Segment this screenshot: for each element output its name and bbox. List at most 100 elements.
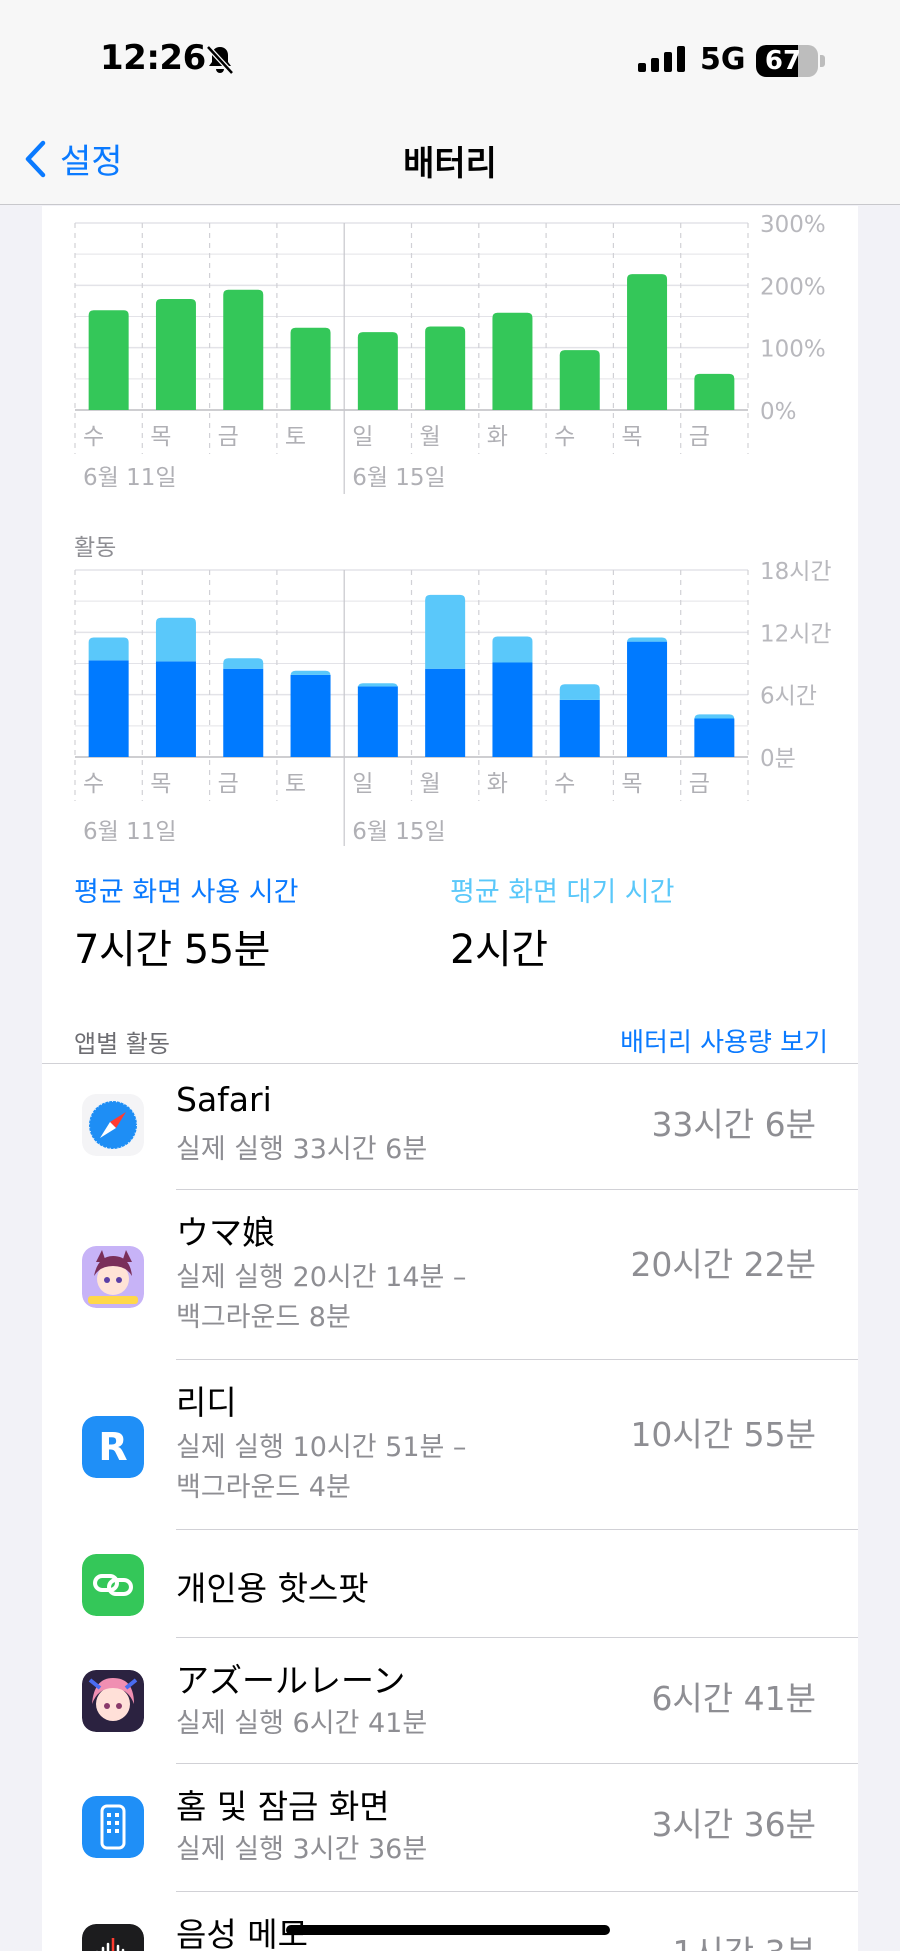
app-name: 리디 [176,1383,237,1422]
app-name: 홈 및 잠금 화면 [176,1787,390,1826]
app-row[interactable]: 개인용 핫스팟 [42,1530,858,1638]
app-background-detail: 백그라운드 8분 [176,1302,351,1333]
series-0-bar-8[interactable] [627,641,668,757]
x-tick-label: 목 [621,771,642,797]
bell-muted-icon [205,44,235,80]
activity-chart-svg: 수 목 금 토 일 월 화 수 목 금 18시간 12시간 6시간 0분 6월 11일 6월 15일 [74,559,832,846]
app-usage-detail: 실제 실행 10시간 51분 – [176,1432,467,1463]
avg-screen-off-label: 평균 화면 대기 시간 [450,877,675,908]
show-battery-usage-link[interactable]: 배터리 사용량 보기 [620,1022,828,1059]
svg-text:R: R [98,1425,127,1469]
series-1-bar-6[interactable] [492,636,533,663]
home-indicator [286,1925,610,1935]
x-tick-label: 목 [621,424,642,450]
series-0-bar-9[interactable] [694,718,735,757]
navigation-bar: 설정 배터리 [0,120,900,205]
bar-4[interactable] [357,332,398,410]
app-duration: 6시간 41분 [651,1679,816,1718]
x-tick-label: 금 [689,771,710,797]
series-0-bar-4[interactable] [357,686,398,757]
app-duration: 33시간 6분 [651,1105,816,1144]
app-row[interactable]: ウマ娘 실제 실행 20시간 14분 – 백그라운드 8분 20시간 22분 [42,1190,858,1360]
bar-0[interactable] [88,310,129,410]
safari-icon [82,1094,144,1156]
avg-screen-on-value: 7시간 55분 [74,927,270,973]
series-1-bar-7[interactable] [559,684,600,700]
app-row[interactable]: Safari 실제 실행 33시간 6분 33시간 6분 [42,1064,858,1190]
app-name: ウマ娘 [176,1213,275,1252]
date-label: 6월 15일 [352,465,446,491]
x-tick-label: 토 [285,424,306,450]
app-row[interactable]: 홈 및 잠금 화면 실제 실행 3시간 36분 3시간 36분 [42,1764,858,1892]
activity-chart: 수 목 금 토 일 월 화 수 목 금 18시간 12시간 6시간 0분 6월 11일 6월 15일 [42,546,858,856]
battery-level-chart-svg: 수 목 금 토 일 월 화 수 목 금 300% 200% 100% 0% 6월 11일 6월 15일 [74,212,826,494]
x-tick-label: 수 [83,771,104,797]
avg-screen-on: 평균 화면 사용 시간 7시간 55분 [74,870,298,975]
status-time: 12:26 [100,38,206,78]
series-0-bar-0[interactable] [88,660,129,757]
bar-7[interactable] [559,350,600,410]
app-row[interactable]: アズールレーン 실제 실행 6시간 41분 6시간 41분 [42,1638,858,1764]
series-0-bar-7[interactable] [559,699,600,757]
date-label: 6월 11일 [83,465,177,491]
x-tick-label: 화 [487,424,508,450]
y-tick-label: 100% [760,337,826,363]
y-tick-label: 0분 [760,746,796,772]
battery-level-chart: 수 목 금 토 일 월 화 수 목 금 300% 200% 100% 0% 6월 11일 6월 15일 [42,206,858,506]
series-1-bar-2[interactable] [223,658,264,669]
bar-8[interactable] [627,274,668,410]
series-1-bar-1[interactable] [155,617,196,662]
avg-screen-off-value: 2시간 [450,927,548,973]
hotspot-icon [82,1554,144,1616]
y-tick-label: 18시간 [760,559,832,585]
bar-6[interactable] [492,312,533,410]
series-0-bar-6[interactable] [492,662,533,757]
page-title: 배터리 [403,144,497,184]
y-tick-label: 300% [760,212,826,238]
series-0-bar-1[interactable] [155,661,196,757]
bar-5[interactable] [425,326,466,410]
app-duration: 20시간 22분 [630,1245,816,1284]
date-label: 6월 15일 [352,819,446,845]
battery-content-card: 수 목 금 토 일 월 화 수 목 금 300% 200% 100% 0% 6월 11일 6월 15일 활동 … [42,206,858,1951]
bar-9[interactable] [694,373,735,410]
app-usage-detail: 실제 실행 20시간 14분 – [176,1262,467,1293]
series-0-bar-2[interactable] [223,668,264,757]
series-0-bar-5[interactable] [425,668,466,757]
avg-screen-on-label: 평균 화면 사용 시간 [74,877,299,908]
app-usage-detail: 실제 실행 6시간 41분 [176,1708,428,1739]
x-tick-label: 일 [352,424,373,450]
x-tick-label: 수 [554,771,575,797]
app-name: Safari [176,1080,272,1119]
y-tick-label: 12시간 [760,621,832,647]
bar-1[interactable] [155,299,196,410]
x-tick-label: 목 [150,771,171,797]
app-duration: 1시간 3분 [672,1926,816,1951]
y-tick-label: 0% [760,399,797,425]
app-name: アズールレーン [176,1661,406,1700]
bar-3[interactable] [290,327,331,410]
x-tick-label: 금 [218,771,239,797]
x-tick-label: 월 [420,424,441,450]
series-1-bar-5[interactable] [425,594,466,669]
avg-screen-off: 평균 화면 대기 시간 2시간 [450,870,674,975]
date-label: 6월 11일 [83,819,177,845]
network-type: 5G [700,42,746,77]
series-1-bar-0[interactable] [88,637,129,661]
battery-tip [820,55,825,67]
status-bar: 12:26 5G 67 [0,0,900,120]
app-row[interactable]: R 리디 실제 실행 10시간 51분 – 백그라운드 4분 10시간 55분 [42,1360,858,1530]
x-tick-label: 화 [487,771,508,797]
home-lock-icon [82,1796,144,1858]
app-row[interactable]: 음성 메모1시간 3분 [42,1892,858,1951]
x-tick-label: 금 [218,424,239,450]
series-0-bar-3[interactable] [290,674,331,757]
battery-icon: 67 [756,45,818,77]
x-tick-label: 금 [689,424,710,450]
cellular-signal-icon [638,46,686,76]
x-tick-label: 수 [83,424,104,450]
app-activity-header: 앱별 활동 배터리 사용량 보기 [42,1014,858,1064]
x-tick-label: 토 [285,771,306,797]
bar-2[interactable] [223,289,264,410]
app-duration: 3시간 36분 [651,1805,816,1844]
